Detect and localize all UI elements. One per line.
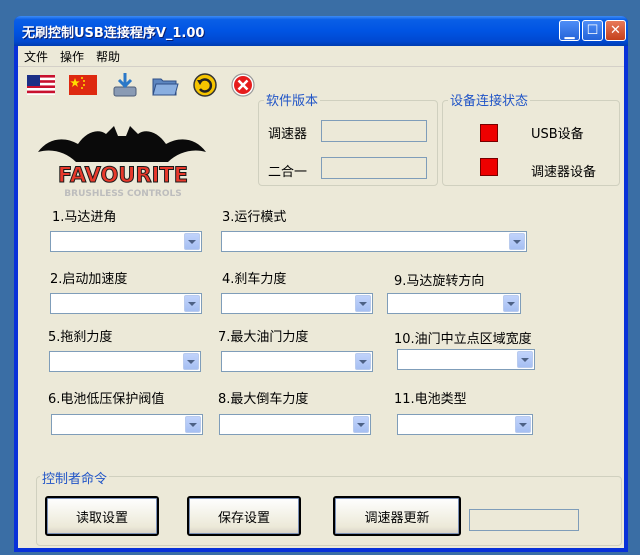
drag-brake-label: 5.拖刹力度 xyxy=(48,330,113,345)
maximize-icon: ☐ xyxy=(586,23,599,38)
esc-update-button[interactable]: 调速器更新 xyxy=(333,496,461,536)
chevron-down-icon[interactable] xyxy=(184,295,200,312)
minimize-button[interactable]: ▁ xyxy=(559,20,580,41)
app-window: 无刷控制USB连接程序V_1.00 ▁ ☐ ✕ 文件 操作 帮助 FAVOURI… xyxy=(14,16,628,552)
run-mode-select[interactable] xyxy=(221,231,527,252)
menu-file[interactable]: 文件 xyxy=(24,48,48,65)
timing-label: 1.马达进角 xyxy=(52,210,117,225)
favourite-logo: FAVOURITE BRUSHLESS CONTROLS xyxy=(38,126,206,199)
battery-type-label: 11.电池类型 xyxy=(394,392,467,407)
battery-type-select[interactable] xyxy=(397,414,533,435)
esc-status-indicator xyxy=(480,158,498,176)
logo-subtitle: BRUSHLESS CONTROLS xyxy=(64,189,181,199)
menu-operate[interactable]: 操作 xyxy=(60,48,84,65)
chevron-down-icon[interactable] xyxy=(353,416,369,433)
motor-direction-select[interactable] xyxy=(387,293,521,314)
save-settings-button[interactable]: 保存设置 xyxy=(187,496,301,536)
run-mode-label: 3.运行模式 xyxy=(222,210,287,225)
window-title: 无刷控制USB连接程序V_1.00 xyxy=(22,26,205,41)
brake-force-label: 4.刹车力度 xyxy=(222,272,287,287)
combo-version-field xyxy=(321,157,427,179)
undo-icon[interactable] xyxy=(190,70,220,100)
esc-version-field xyxy=(321,120,427,142)
startup-accel-label: 2.启动加速度 xyxy=(50,272,128,287)
menu-bar: 文件 操作 帮助 xyxy=(18,46,624,67)
read-settings-label: 读取设置 xyxy=(75,510,128,526)
low-voltage-label: 6.电池低压保护阀值 xyxy=(48,392,165,407)
english-flag-icon[interactable] xyxy=(26,70,56,100)
timing-select[interactable] xyxy=(50,231,202,252)
chevron-down-icon[interactable] xyxy=(355,295,371,312)
usb-status-indicator xyxy=(480,124,498,142)
neutral-range-select[interactable] xyxy=(397,349,535,370)
max-reverse-label: 8.最大倒车力度 xyxy=(218,392,309,407)
chevron-down-icon[interactable] xyxy=(509,233,525,250)
close-button[interactable]: ✕ xyxy=(605,20,626,41)
cancel-icon[interactable] xyxy=(228,70,258,100)
update-status-field xyxy=(469,509,579,531)
close-icon: ✕ xyxy=(610,23,621,38)
download-icon[interactable] xyxy=(110,70,140,100)
software-version-title: 软件版本 xyxy=(264,90,321,109)
brake-force-select[interactable] xyxy=(221,293,373,314)
open-folder-icon[interactable] xyxy=(150,70,180,100)
chinese-flag-icon[interactable] xyxy=(68,70,98,100)
read-settings-button[interactable]: 读取设置 xyxy=(45,496,159,536)
chevron-down-icon[interactable] xyxy=(183,353,199,370)
usb-device-label: USB设备 xyxy=(531,127,584,142)
chevron-down-icon[interactable] xyxy=(185,416,201,433)
low-voltage-select[interactable] xyxy=(51,414,203,435)
device-status-title: 设备连接状态 xyxy=(448,90,531,109)
esc-device-label: 调速器设备 xyxy=(531,165,597,180)
chevron-down-icon[interactable] xyxy=(515,416,531,433)
commands-title: 控制者命令 xyxy=(40,468,110,487)
logo-title: FAVOURITE xyxy=(58,163,188,187)
startup-accel-select[interactable] xyxy=(50,293,202,314)
chevron-down-icon[interactable] xyxy=(184,233,200,250)
max-reverse-select[interactable] xyxy=(219,414,371,435)
minimize-icon: ▁ xyxy=(564,25,575,40)
maximize-button[interactable]: ☐ xyxy=(582,20,603,41)
drag-brake-select[interactable] xyxy=(49,351,201,372)
save-settings-label: 保存设置 xyxy=(217,510,270,526)
client-area: 文件 操作 帮助 FAVOURITE BRUSHLESS CONTROLS 软件… xyxy=(18,46,624,548)
chevron-down-icon[interactable] xyxy=(503,295,519,312)
chevron-down-icon[interactable] xyxy=(355,353,371,370)
max-throttle-select[interactable] xyxy=(221,351,373,372)
esc-version-label: 调速器 xyxy=(268,127,308,142)
esc-update-label: 调速器更新 xyxy=(364,510,430,526)
max-throttle-label: 7.最大油门力度 xyxy=(218,330,309,345)
title-bar[interactable]: 无刷控制USB连接程序V_1.00 ▁ ☐ ✕ xyxy=(14,16,628,46)
motor-direction-label: 9.马达旋转方向 xyxy=(394,274,485,289)
chevron-down-icon[interactable] xyxy=(517,351,533,368)
combo-version-label: 二合一 xyxy=(268,165,308,180)
neutral-range-label: 10.油门中立点区域宽度 xyxy=(394,332,532,347)
menu-help[interactable]: 帮助 xyxy=(96,48,120,65)
